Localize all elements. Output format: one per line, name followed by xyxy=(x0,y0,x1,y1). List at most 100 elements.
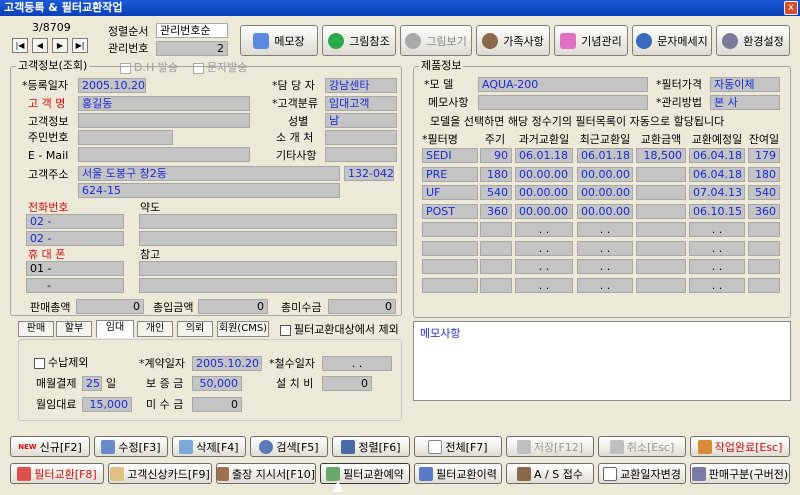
unpaid-field[interactable]: 0 xyxy=(192,397,242,412)
other-field[interactable] xyxy=(325,147,397,162)
phone2-field[interactable]: 02 - xyxy=(26,231,124,246)
filter-cell[interactable]: 180 xyxy=(748,166,780,182)
cancel-button[interactable]: 취소[Esc] xyxy=(598,436,686,457)
filter-cell[interactable]: . . xyxy=(577,277,633,293)
price-field[interactable]: 자동이체 xyxy=(710,77,780,92)
memo-area[interactable]: 메모사항 xyxy=(413,321,791,401)
filter-cell[interactable]: 06.01.18 xyxy=(515,148,573,163)
sms-message-button[interactable]: 문자메세지 xyxy=(632,25,712,56)
all-button[interactable]: 전체[F7] xyxy=(414,436,502,457)
dispatch-order-button[interactable]: 출장 지시서[F10] xyxy=(216,463,316,484)
filter-cell[interactable] xyxy=(422,240,478,256)
product-memo-field[interactable] xyxy=(478,95,648,110)
tab-request[interactable]: 의뢰 xyxy=(177,321,213,337)
exclude-filter-checkbox[interactable]: 필터교환대상에서 제외 xyxy=(280,323,399,337)
family-button[interactable]: 가족사항 xyxy=(476,25,550,56)
filter-cell[interactable]: 360 xyxy=(748,203,780,219)
filter-cell[interactable] xyxy=(422,222,478,237)
filter-cell[interactable] xyxy=(748,277,780,293)
edit-button[interactable]: 수정[F3] xyxy=(94,436,168,457)
filter-cell[interactable]: . . xyxy=(515,277,573,293)
reg-date-field[interactable]: 2005.10.20 xyxy=(78,78,146,93)
manager-field[interactable]: 강남센타 xyxy=(325,78,397,93)
mobile2-field[interactable]: - xyxy=(26,278,124,293)
anniversary-button[interactable]: 기념관리 xyxy=(554,25,628,56)
filter-cell[interactable]: . . xyxy=(577,240,633,256)
filter-cell[interactable]: 07.04.13 xyxy=(689,185,745,200)
sales-category-button[interactable]: 판매구분(구버전) xyxy=(690,463,790,484)
email-field[interactable] xyxy=(78,147,250,162)
filter-cell[interactable] xyxy=(480,222,512,237)
filter-cell[interactable] xyxy=(480,259,512,274)
filter-cell[interactable]: 179 xyxy=(748,148,780,163)
note-field2[interactable] xyxy=(139,278,397,293)
filter-cell[interactable]: . . xyxy=(689,240,745,256)
next-record-icon[interactable]: ▶ xyxy=(52,38,68,53)
tab-member-cms[interactable]: 회원(CMS) xyxy=(217,321,269,337)
filter-cell[interactable]: 06.01.18 xyxy=(577,148,633,163)
filter-cell[interactable]: SEDI xyxy=(422,148,478,163)
filter-cell[interactable]: 18,500 xyxy=(636,148,686,163)
filter-cell[interactable]: 06.04.18 xyxy=(689,148,745,163)
collect-exclude-checkbox[interactable]: 수납제외 xyxy=(34,356,88,370)
id-field[interactable]: 2 xyxy=(156,41,228,56)
filter-cell[interactable]: PRE xyxy=(422,166,478,182)
filter-cell[interactable] xyxy=(636,259,686,274)
method-field[interactable]: 본 사 xyxy=(710,95,780,110)
tab-installment[interactable]: 할부 xyxy=(56,321,92,337)
close-icon[interactable]: x xyxy=(784,1,798,15)
filter-cell[interactable] xyxy=(636,240,686,256)
removal-date-field[interactable]: . . xyxy=(322,356,392,371)
name-field[interactable]: 홍길동 xyxy=(78,96,250,111)
filter-cell[interactable]: . . xyxy=(689,277,745,293)
complete-button[interactable]: 작업완료[Esc] xyxy=(690,436,790,457)
search-button[interactable]: 검색[F5] xyxy=(250,436,328,457)
customer-card-button[interactable]: 고객신상카드[F9] xyxy=(108,463,212,484)
sort-select[interactable]: 관리번호순 xyxy=(156,23,228,38)
address1-field[interactable]: 서울 도봉구 창2동 xyxy=(78,166,340,181)
filter-cell[interactable]: . . xyxy=(577,222,633,237)
deposit-field[interactable]: 50,000 xyxy=(192,376,242,391)
filter-cell[interactable]: 00.00.00 xyxy=(515,166,573,182)
ssn-field[interactable] xyxy=(78,130,173,145)
install-field[interactable]: 0 xyxy=(322,376,372,391)
prev-record-icon[interactable]: ◀ xyxy=(32,38,48,53)
filter-cell[interactable] xyxy=(636,222,686,237)
referrer-field[interactable] xyxy=(325,130,397,145)
filter-cell[interactable]: 00.00.00 xyxy=(577,185,633,200)
filter-cell[interactable]: . . xyxy=(515,222,573,237)
delete-button[interactable]: 삭제[F4] xyxy=(172,436,246,457)
last-record-icon[interactable]: ▶| xyxy=(72,38,88,53)
new-button[interactable]: NEW 신규[F2] xyxy=(10,436,90,457)
filter-cell[interactable] xyxy=(748,240,780,256)
as-receipt-button[interactable]: A / S 접수 xyxy=(506,463,594,484)
filter-history-button[interactable]: 필터교환이력 xyxy=(414,463,502,484)
tab-rental[interactable]: 임대 xyxy=(96,320,134,338)
filter-cell[interactable]: UF xyxy=(422,185,478,200)
picture-ref-button[interactable]: 그림참조 xyxy=(322,25,396,56)
filter-cell[interactable]: 00.00.00 xyxy=(577,166,633,182)
map-field2[interactable] xyxy=(139,231,397,246)
filter-exchange-button[interactable]: 필터교환[F8] xyxy=(10,463,104,484)
info-field[interactable] xyxy=(78,113,250,128)
memo-button[interactable]: 메모장 xyxy=(240,25,318,56)
picture-view-button[interactable]: 그림보기 xyxy=(400,25,472,56)
filter-cell[interactable]: 00.00.00 xyxy=(515,185,573,200)
change-date-button[interactable]: 교환일자변경 xyxy=(598,463,686,484)
contract-date-field[interactable]: 2005.10.20 xyxy=(192,356,262,371)
filter-cell[interactable]: 00.00.00 xyxy=(515,203,573,219)
category-field[interactable]: 임대고객 xyxy=(325,96,397,111)
filter-cell[interactable]: . . xyxy=(689,259,745,274)
filter-cell[interactable] xyxy=(748,222,780,237)
model-field[interactable]: AQUA-200 xyxy=(478,77,648,92)
filter-cell[interactable] xyxy=(636,203,686,219)
rent-field[interactable]: 15,000 xyxy=(82,397,132,412)
filter-cell[interactable]: 360 xyxy=(480,203,512,219)
filter-cell[interactable] xyxy=(422,259,478,274)
filter-cell[interactable]: . . xyxy=(577,259,633,274)
map-field1[interactable] xyxy=(139,214,397,229)
gender-field[interactable]: 남 xyxy=(325,113,397,128)
filter-cell[interactable]: . . xyxy=(515,259,573,274)
filter-cell[interactable]: . . xyxy=(515,240,573,256)
filter-cell[interactable]: . . xyxy=(689,222,745,237)
